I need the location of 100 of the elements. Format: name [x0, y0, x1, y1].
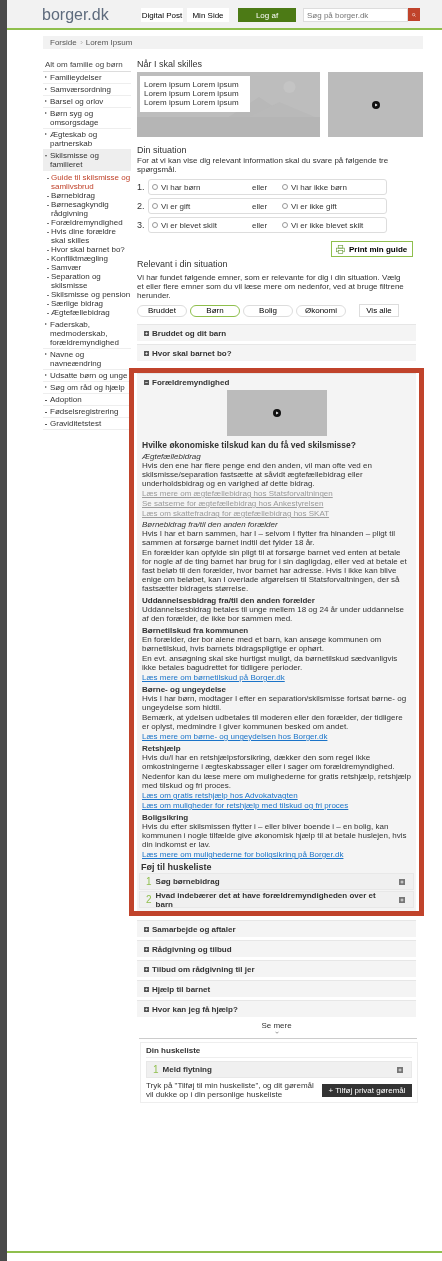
section-title: Relevant i din situation	[137, 259, 229, 269]
sidebar-item[interactable]: Samværsordning	[43, 84, 131, 96]
add-icon[interactable]	[399, 878, 405, 885]
sidebar-subitem[interactable]: Samvær	[47, 263, 131, 272]
intro-text: For at vi kan vise dig relevant information skal du svare på følgende tre spørgsmål.	[137, 156, 390, 174]
help-text: Tryk på "Tilføj til min huskeliste", og dit gøremål vil dukke op i din personlige huskeliste	[146, 1081, 315, 1099]
toggle-icon	[144, 1006, 149, 1012]
sidebar-subitem[interactable]: Børnesagkyndig rådgivning	[47, 200, 131, 218]
sidebar-subitem[interactable]: Skilsmisse og pension	[47, 290, 131, 299]
chevron-icon	[79, 40, 83, 45]
sidebar-title: Alt om familie og børn	[43, 59, 131, 72]
radio-option[interactable]: Vi har ikke børn	[282, 182, 382, 192]
sidebar-item[interactable]: Barsel og orlov	[43, 96, 131, 108]
text-link[interactable]: Læs mere om børnetilskud på Borger.dk	[142, 673, 285, 682]
paragraph: Hvis du/I har en retshjælpsforsikring, dækker den som regel ikke omkostningerne i ægteskabssager eller i sager om forældremyndighed.	[142, 753, 396, 771]
content-subheading: Retshjælp	[142, 744, 182, 753]
card-text: Lorem ipsum Lorem ipsum	[144, 80, 240, 89]
sidebar-subitem[interactable]: Hvor skal barnet bo?	[47, 245, 131, 254]
site-logo[interactable]: borger.dk	[42, 6, 137, 24]
sidebar-subitem[interactable]: Hvis dine forældre skal skilles	[47, 227, 131, 245]
see-more-link[interactable]: Se mere	[137, 1021, 416, 1034]
sidebar-item[interactable]: Navne og navneændring	[43, 349, 131, 370]
radio-option[interactable]: Vi er blevet skilt	[152, 220, 252, 230]
paragraph: Hvis den ene har flere penge end den anden, vil man ofte ved en skilsmisse/separation fastsætte at såvidt ægtefællebidrag eller underholdsbidrag og en varighed af dette bidrag.	[142, 461, 373, 488]
sidebar-subitem[interactable]: Særlige bidrag	[47, 299, 131, 308]
accordion-header[interactable]: Hjælp til barnet	[137, 981, 416, 997]
sidebar-item[interactable]: Graviditetstest	[43, 418, 131, 430]
show-all-button[interactable]: Vis alle	[359, 304, 399, 317]
accordion-header[interactable]: Forældremyndighed	[137, 374, 416, 390]
accordion-header[interactable]: Hvor skal barnet bo?	[137, 345, 416, 361]
toggle-icon	[144, 379, 149, 385]
filter-button[interactable]: Bolig	[243, 304, 293, 317]
sidebar-subitem[interactable]: Separation og skilsmisse	[47, 272, 131, 290]
sidebar-item[interactable]: Søg om råd og hjælp	[43, 382, 131, 394]
text-link[interactable]: Læs mere om mulighederne for boligsikring på Borger.dk	[142, 850, 344, 859]
breadcrumb-link[interactable]: Lorem Ipsum	[85, 38, 133, 47]
section-title: Din situation	[137, 145, 188, 155]
card-title: Din huskeliste	[146, 1046, 412, 1058]
accordion-header[interactable]: Bruddet og dit barn	[137, 325, 416, 341]
play-icon[interactable]	[272, 409, 281, 417]
accordion-header[interactable]: Tilbud om rådgivning til jer	[137, 961, 416, 977]
card-text: Lorem ipsum Lorem ipsum	[144, 98, 240, 107]
filter-button[interactable]: Bruddet	[137, 304, 187, 317]
filter-button[interactable]: Børn	[190, 304, 240, 317]
sidebar-subitem[interactable]: Børnebidrag	[47, 191, 131, 200]
accordion-header[interactable]: Rådgivning og tilbud	[137, 941, 416, 957]
sidebar-subitem[interactable]: Guide til skilsmisse og samlivsbrud	[47, 173, 131, 191]
paragraph: En forælder, der bor alene med et barn, kan ansøge kommunen om børnetilskud, hvis barnets bidragspligtige er ophørt.	[142, 635, 383, 653]
printer-icon	[336, 244, 345, 254]
or-label: eller	[252, 201, 269, 211]
paragraph: Hvis I har et barn sammen, har I – selvom I flytter fra hinanden – pligt til sammen at forsørge barnet indtil det fylder 18 år.	[142, 529, 396, 547]
content-subheading: Børnebidrag fra/til den anden forælder	[142, 520, 279, 529]
radio-option[interactable]: Vi er ikke blevet skilt	[282, 220, 382, 230]
sidebar-subitem[interactable]: Ægtefællebidrag	[47, 308, 131, 317]
text-link[interactable]: Læs mere om børne- og ungeydelsen hos Borger.dk	[142, 732, 328, 741]
card-text: Lorem ipsum Lorem ipsum	[144, 89, 240, 98]
paragraph: Uddannelsesbidrag betales til unge mellem 18 og 24 år under uddannelse af den forælder, de ikke bor sammen med.	[142, 605, 405, 623]
add-task-button[interactable]: + Tilføj privat gøremål	[322, 1083, 412, 1097]
search-icon	[412, 12, 416, 17]
accordion-header[interactable]: Samarbejde og aftaler	[137, 921, 416, 937]
accordion-header[interactable]: Hvor kan jeg få hjælp?	[137, 1001, 416, 1017]
sidebar-item[interactable]: Fødselsregistrering	[43, 406, 131, 418]
content-subheading: Børnetilskud fra kommunen	[142, 626, 250, 635]
toggle-icon	[144, 966, 149, 972]
play-icon[interactable]	[371, 100, 380, 109]
sidebar-item[interactable]: Faderskab, medmoderskab, forældremyndighed	[43, 319, 131, 349]
toggle-icon	[144, 350, 149, 356]
logout-button[interactable]: Log af	[238, 8, 296, 22]
add-icon[interactable]	[399, 896, 405, 903]
question-number: 1.	[137, 182, 146, 192]
page-title: Når I skal skilles	[137, 59, 203, 69]
paragraph: Bemærk, at ydelsen udbetales til moderen eller den forælder, der tidligere er oplyst, medmindre I giver kommunen besked om andet.	[142, 713, 404, 731]
add-icon[interactable]	[397, 1066, 403, 1073]
radio-option[interactable]: Vi har børn	[152, 182, 252, 192]
print-button[interactable]: Print min guide	[331, 241, 413, 257]
text-link[interactable]: Læs om gratis retshjælp hos Advokatvagten	[142, 791, 298, 800]
sidebar-item[interactable]: Børn syg og omsorgsdage	[43, 108, 131, 129]
content-subheading: Uddannelsesbidrag fra/til den anden forælder	[142, 596, 316, 605]
radio-option[interactable]: Vi er gift	[152, 201, 252, 211]
filter-button[interactable]: Økonomi	[296, 304, 346, 317]
question-number: 2.	[137, 201, 146, 211]
radio-option[interactable]: Vi er ikke gift	[282, 201, 382, 211]
content-subheading: Ægtefællebidrag	[142, 452, 202, 461]
sidebar-item[interactable]: Udsatte børn og unge	[43, 370, 131, 382]
checklist-item[interactable]: 2 Hvad indebærer det at have forældremyndigheden over et barn	[139, 891, 414, 908]
sidebar-item[interactable]: Familieydelser	[43, 72, 131, 84]
search-field[interactable]: Søg på borger.dk	[303, 8, 408, 22]
toggle-icon	[144, 986, 149, 992]
sidebar-item[interactable]: Skilsmisse og familieret	[43, 150, 131, 171]
checklist-item[interactable]: 1 Meld flytning	[146, 1061, 412, 1078]
sidebar-subitem[interactable]: Forældremyndighed	[47, 218, 131, 227]
nav-button[interactable]: Digital Post	[141, 8, 183, 22]
nav-button[interactable]: Min Side	[187, 8, 229, 22]
sidebar-subitem[interactable]: Konfliktmægling	[47, 254, 131, 263]
or-label: eller	[252, 182, 269, 192]
checklist-item[interactable]: 1 Søg børnebidrag	[139, 873, 414, 890]
toggle-icon	[144, 946, 149, 952]
sidebar-item[interactable]: Adoption	[43, 394, 131, 406]
breadcrumb-link[interactable]: Forside	[50, 38, 77, 47]
text-link[interactable]: Læs om muligheder for retshjælp med tilskud og fri proces	[142, 801, 349, 810]
